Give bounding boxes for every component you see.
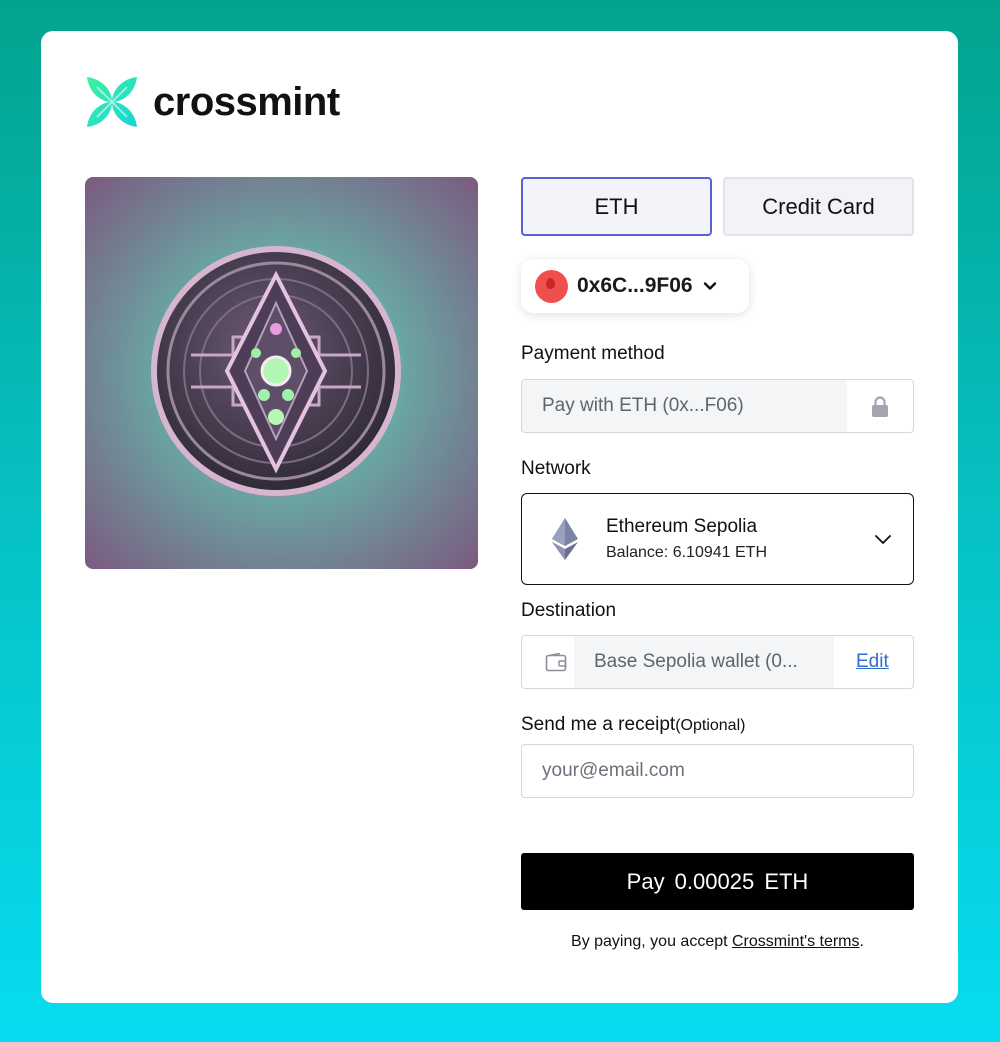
- payment-method-value: Pay with ETH (0x...F06): [522, 380, 847, 432]
- wallet-avatar-icon: [535, 269, 568, 303]
- destination-label: Destination: [521, 600, 617, 621]
- terms-text: By paying, you accept Crossmint's terms.: [521, 933, 914, 951]
- pay-button[interactable]: Pay 0.00025 ETH: [521, 853, 914, 910]
- payment-method-field: Pay with ETH (0x...F06): [521, 379, 914, 433]
- payment-method-label: Payment method: [521, 343, 665, 364]
- payment-tabs: ETH Credit Card: [521, 177, 914, 236]
- wallet-address: 0x6C...9F06: [577, 274, 693, 297]
- email-field: [521, 744, 914, 798]
- brand-logo: crossmint: [85, 75, 340, 129]
- tab-credit-card[interactable]: Credit Card: [723, 177, 914, 236]
- nft-image: [85, 177, 478, 569]
- brand-name: crossmint: [153, 79, 340, 124]
- chevron-down-icon: [875, 535, 891, 544]
- wallet-selector[interactable]: 0x6C...9F06: [521, 259, 749, 313]
- terms-prefix: By paying, you accept: [571, 933, 732, 950]
- ethereum-icon: [552, 518, 578, 560]
- optional-tag: (Optional): [675, 717, 746, 734]
- wallet-icon: [545, 652, 567, 672]
- email-input[interactable]: [542, 760, 892, 782]
- chevron-down-icon: [703, 282, 716, 290]
- checkout-card: crossmint ETH Credit Card 0x6C...9F06 Pa…: [41, 31, 958, 1003]
- destination-value: Base Sepolia wallet (0...: [574, 636, 834, 688]
- network-balance: Balance: 6.10941 ETH: [606, 544, 767, 561]
- terms-link[interactable]: Crossmint's terms: [732, 933, 860, 950]
- lock-icon: [872, 396, 888, 417]
- network-select[interactable]: Ethereum Sepolia Balance: 6.10941 ETH: [521, 493, 914, 585]
- destination-field: Base Sepolia wallet (0... Edit: [521, 635, 914, 689]
- receipt-label: Send me a receipt(Optional): [521, 714, 914, 736]
- receipt-label-text: Send me a receipt: [521, 714, 676, 735]
- network-name: Ethereum Sepolia: [606, 516, 758, 537]
- tab-eth[interactable]: ETH: [521, 177, 712, 236]
- edit-destination-link[interactable]: Edit: [856, 651, 889, 673]
- terms-suffix: .: [859, 933, 864, 950]
- network-label: Network: [521, 458, 591, 479]
- crossmint-logo-icon: [87, 77, 137, 127]
